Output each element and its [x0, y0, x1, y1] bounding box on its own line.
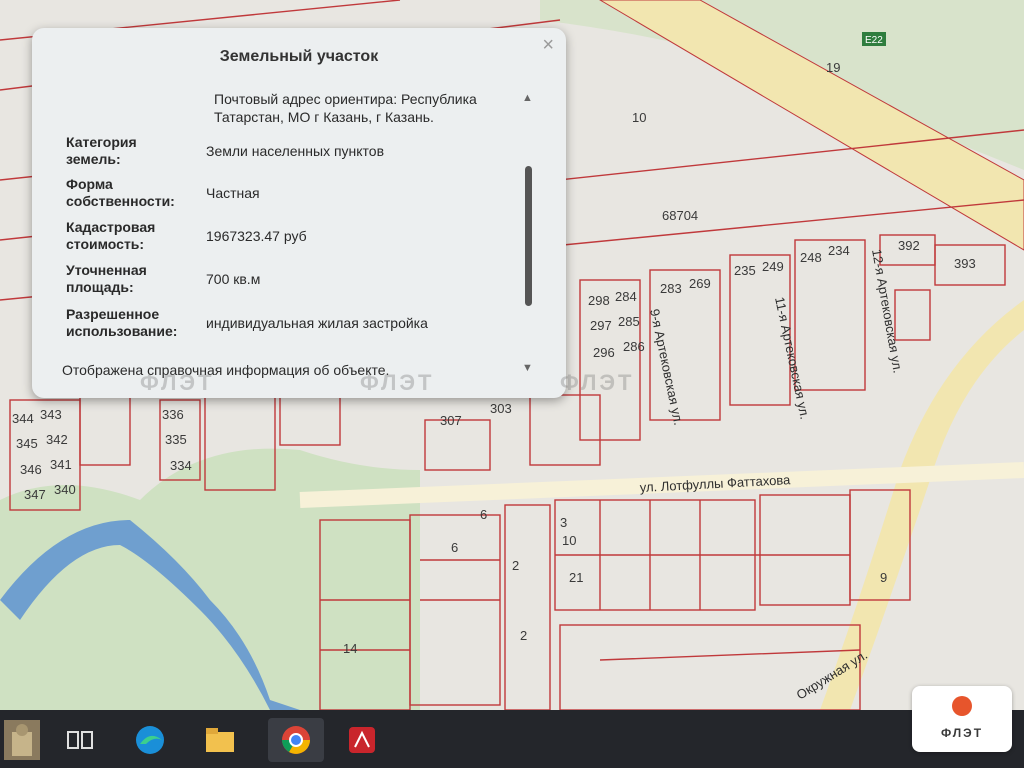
- parcel-label-26: 6: [480, 507, 487, 522]
- task-view-icon[interactable]: [58, 718, 102, 762]
- highway-shield: E22: [862, 32, 886, 46]
- parcel-label-10A: 9: [880, 570, 887, 585]
- popup-scrollbar[interactable]: ▲ ▼: [522, 92, 536, 374]
- parcel-label-296: 296: [593, 345, 615, 360]
- parcel-label-24: 2: [512, 558, 519, 573]
- parcel-label-234: 234: [828, 243, 850, 258]
- parcel-label-341: 341: [50, 457, 72, 472]
- row-label: Кадастровая стоимость:: [66, 219, 156, 252]
- watermark: ФЛЭТ: [360, 370, 435, 395]
- parcel-label-269-south: 2: [520, 628, 527, 643]
- chrome-icon[interactable]: [268, 718, 324, 762]
- parcel-label-58: 10: [562, 533, 576, 548]
- parcel-info-popup: Земельный участок × Почтовый адрес ориен…: [32, 28, 566, 398]
- parcel-label-56: 3: [560, 515, 567, 530]
- parcel-label-59: 14: [343, 641, 357, 656]
- parcel-label-344: 344: [12, 411, 34, 426]
- row-value: Земли населенных пунктов: [206, 143, 385, 159]
- parcel-label-392: 392: [898, 238, 920, 253]
- parcel-label-361: 307: [440, 413, 462, 428]
- row-label: Уточненная площадь:: [66, 262, 147, 295]
- parcel-label-249: 249: [762, 259, 784, 274]
- close-icon[interactable]: ×: [542, 34, 554, 57]
- edge-icon[interactable]: [128, 718, 172, 762]
- scroll-thumb[interactable]: [525, 166, 532, 306]
- popup-title: Земельный участок: [219, 48, 379, 65]
- highway-code: E22: [865, 35, 883, 46]
- parcel-label-342: 342: [46, 432, 68, 447]
- parcel-label-315: 303: [490, 401, 512, 416]
- parcel-label-235: 235: [734, 263, 756, 278]
- parcel-label-248: 248: [800, 250, 822, 265]
- parcel-label-6: 6: [451, 540, 458, 555]
- row-value: индивидуальная жилая застройка: [206, 315, 428, 331]
- row-label: Форма собственности:: [66, 176, 175, 209]
- postal-address: Почтовый адрес ориентира: Республика Тат…: [214, 90, 524, 126]
- parcel-label-284: 284: [615, 289, 637, 304]
- parcel-label-340: 340: [54, 482, 76, 497]
- parcel-label-283: 283: [660, 281, 682, 296]
- parcel-label-393: 393: [954, 256, 976, 271]
- parcel-label-346: 346: [20, 462, 42, 477]
- parcel-label-269: 269: [689, 276, 711, 291]
- parcel-label-336: 336: [162, 407, 184, 422]
- brand-logo-icon: [952, 696, 972, 716]
- row-label: Разрешенное использование:: [66, 306, 178, 339]
- parcel-label-343: 343: [40, 407, 62, 422]
- parcel-label-286: 286: [623, 339, 645, 354]
- start-icon[interactable]: [2, 718, 42, 762]
- parcel-label-285: 285: [618, 314, 640, 329]
- parcel-label-345: 345: [16, 436, 38, 451]
- parcel-label-10: 10: [632, 110, 646, 125]
- brand-badge-text: ФЛЭТ: [940, 726, 984, 740]
- watermark: ФЛЭТ: [560, 370, 635, 395]
- acrobat-icon[interactable]: [340, 718, 384, 762]
- scroll-down-icon[interactable]: ▼: [522, 362, 533, 374]
- row-value: 1967323.47 руб: [206, 228, 307, 244]
- row-label: Категория земель:: [66, 134, 137, 167]
- postal-address-line-1: Почтовый адрес ориентира: Республика: [214, 91, 477, 107]
- row-value: 700 кв.м: [206, 271, 261, 287]
- popup-footer-note: Отображена справочная информация об объе…: [62, 362, 390, 378]
- parcel-label-68704: 68704: [662, 208, 698, 223]
- parcel-label-298: 298: [588, 293, 610, 308]
- scroll-up-icon[interactable]: ▲: [522, 92, 533, 104]
- parcel-label-334: 334: [170, 458, 192, 473]
- parcel-label-347: 347: [24, 487, 46, 502]
- watermark: ФЛЭТ: [140, 370, 215, 395]
- postal-address-line-2: Татарстан, МО г Казань, г Казань.: [214, 109, 434, 125]
- brand-badge: ФЛЭТ: [912, 686, 1012, 752]
- parcel-label-335: 335: [165, 432, 187, 447]
- file-explorer-icon[interactable]: [198, 718, 242, 762]
- parcel-label-43: 21: [569, 570, 583, 585]
- row-value: Частная: [206, 185, 260, 201]
- parcel-label-19: 19: [826, 60, 840, 75]
- parcel-label-297: 297: [590, 318, 612, 333]
- taskbar: [0, 710, 1024, 768]
